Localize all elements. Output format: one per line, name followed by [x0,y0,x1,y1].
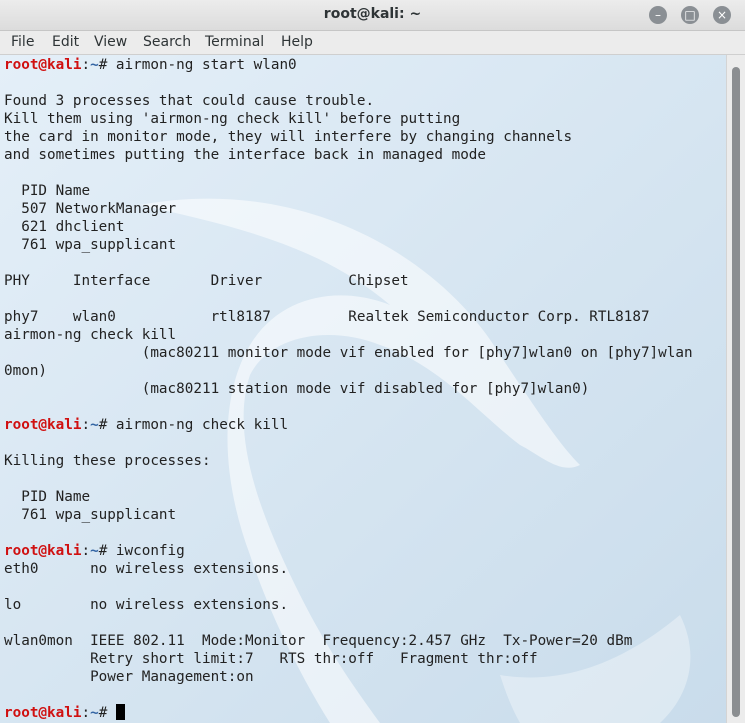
output-line: eth0 no wireless extensions. [4,561,289,577]
minimize-button[interactable]: – [649,6,667,24]
window-title: root@kali: ~ [323,6,422,22]
output-line: (mac80211 station mode vif disabled for … [4,381,590,397]
menu-file[interactable]: File [11,34,34,50]
prompt-host: root@kali [4,57,82,73]
output-line: PID Name [4,183,91,199]
prompt-sep: : [81,705,91,721]
prompt-sym: # [98,57,116,73]
prompt-host: root@kali [4,705,82,721]
menu-search[interactable]: Search [143,34,191,50]
prompt-host: root@kali [4,417,82,433]
command-text: airmon-ng check kill [115,417,289,433]
command-text: iwconfig [115,543,185,559]
prompt-sym: # [98,417,116,433]
text-cursor [115,704,125,720]
maximize-button[interactable]: □ [681,6,699,24]
prompt-sep: : [81,417,91,433]
prompt-line: root@kali:~# airmon-ng start wlan0 [4,56,693,74]
output-line: Kill them using 'airmon-ng check kill' b… [4,111,461,127]
prompt-cwd: ~ [90,417,99,433]
output-line: Killing these processes: [4,453,211,469]
scrollbar-thumb[interactable] [732,67,740,717]
output-line: 621 dhclient [4,219,125,235]
prompt-sym: # [98,543,116,559]
output-line: wlan0mon IEEE 802.11 Mode:Monitor Freque… [4,633,633,649]
close-button[interactable]: × [713,6,731,24]
output-line: the card in monitor mode, they will inte… [4,129,573,145]
output-line: Power Management:on [4,669,254,685]
output-line: PHY Interface Driver Chipset [4,273,409,289]
terminal-output[interactable]: root@kali:~# airmon-ng start wlan0 Found … [0,55,726,723]
output-line: Found 3 processes that could cause troub… [4,93,375,109]
output-line: phy7 wlan0 rtl8187 Realtek Semiconductor… [4,309,650,325]
scrollbar[interactable] [726,55,745,723]
prompt-sep: : [81,57,91,73]
prompt-sep: : [81,543,91,559]
prompt-line: root@kali:~# [4,704,693,722]
prompt-cwd: ~ [90,57,99,73]
prompt-line: root@kali:~# airmon-ng check kill [4,416,693,434]
output-line: (mac80211 monitor mode vif enabled for [… [4,345,693,361]
output-line: 761 wpa_supplicant [4,237,177,253]
prompt-host: root@kali [4,543,82,559]
menu-bar: File Edit View Search Terminal Help [0,31,745,55]
output-line: airmon-ng check kill [4,327,177,343]
prompt-sym: # [98,705,116,721]
title-bar[interactable]: root@kali: ~ – □ × [0,0,745,31]
output-line: and sometimes putting the interface back… [4,147,487,163]
prompt-cwd: ~ [90,543,99,559]
output-line: 0mon) [4,363,48,379]
command-text: airmon-ng start wlan0 [115,57,297,73]
menu-view[interactable]: View [94,34,127,50]
output-line: lo no wireless extensions. [4,597,289,613]
prompt-line: root@kali:~# iwconfig [4,542,693,560]
terminal-window: root@kali: ~ – □ × File Edit View Search… [0,0,745,723]
output-line: 507 NetworkManager [4,201,177,217]
output-line: PID Name [4,489,91,505]
menu-edit[interactable]: Edit [52,34,79,50]
menu-terminal[interactable]: Terminal [205,34,264,50]
terminal-text: root@kali:~# airmon-ng start wlan0 Found … [4,56,693,722]
output-line: Retry short limit:7 RTS thr:off Fragment… [4,651,538,667]
menu-help[interactable]: Help [281,34,313,50]
output-line: 761 wpa_supplicant [4,507,177,523]
prompt-cwd: ~ [90,705,99,721]
